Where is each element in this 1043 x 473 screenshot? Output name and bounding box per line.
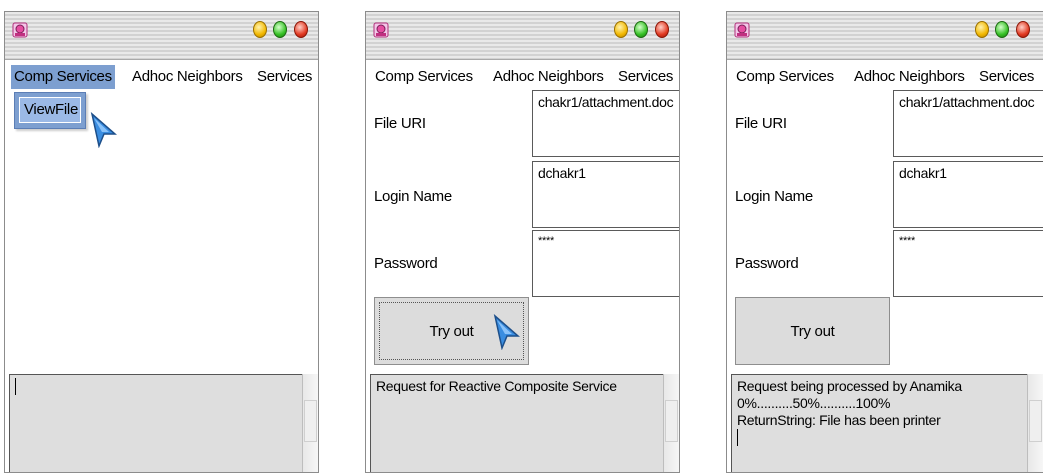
- status-scrollbar[interactable]: [1027, 374, 1043, 472]
- file-uri-field[interactable]: chakr1/attachment.doc: [893, 90, 1043, 157]
- scroll-thumb[interactable]: [665, 400, 678, 442]
- login-name-field[interactable]: dchakr1: [893, 161, 1043, 228]
- window-menu-open: Comp Services Adhoc Neighbors Services V…: [4, 11, 319, 473]
- menu-item-viewfile[interactable]: ViewFile: [19, 97, 81, 123]
- status-scrollbar[interactable]: [302, 374, 318, 472]
- close-light[interactable]: [294, 21, 308, 38]
- app-icon: [734, 22, 750, 38]
- scroll-thumb[interactable]: [304, 400, 317, 442]
- password-field[interactable]: ****: [532, 230, 679, 297]
- menu-bar: Comp Services Adhoc Neighbors Services: [366, 60, 679, 90]
- try-out-label: Try out: [429, 322, 474, 340]
- menu-comp-services[interactable]: Comp Services: [733, 65, 837, 89]
- zoom-light[interactable]: [634, 21, 648, 38]
- zoom-light[interactable]: [995, 21, 1009, 38]
- menu-adhoc-neighbors[interactable]: Adhoc Neighbors: [129, 65, 246, 89]
- menu-comp-services[interactable]: Comp Services: [372, 65, 476, 89]
- status-text-area[interactable]: Request being processed by Anamika 0%...…: [731, 374, 1043, 472]
- file-uri-field[interactable]: chakr1/attachment.doc: [532, 90, 679, 157]
- menu-adhoc-neighbors[interactable]: Adhoc Neighbors: [490, 65, 607, 89]
- login-name-label: Login Name: [374, 188, 452, 205]
- login-name-label: Login Name: [735, 188, 813, 205]
- status-scrollbar[interactable]: [663, 374, 679, 472]
- app-icon: [373, 22, 389, 38]
- status-line-2: 0%..........50%..........100%: [737, 395, 891, 411]
- close-light[interactable]: [655, 21, 669, 38]
- login-name-field[interactable]: dchakr1: [532, 161, 679, 228]
- text-caret: [15, 378, 16, 395]
- zoom-light[interactable]: [273, 21, 287, 38]
- minimize-light[interactable]: [253, 21, 267, 38]
- menu-comp-services[interactable]: Comp Services: [11, 65, 115, 89]
- menu-services[interactable]: Services: [615, 65, 676, 89]
- pointer-cursor: [493, 314, 520, 350]
- password-field[interactable]: ****: [893, 230, 1043, 297]
- status-line-1: Request for Reactive Composite Service: [376, 378, 617, 394]
- close-light[interactable]: [1016, 21, 1030, 38]
- window-form-result: Comp Services Adhoc Neighbors Services F…: [726, 11, 1043, 473]
- title-bar[interactable]: [366, 12, 679, 60]
- comp-services-dropdown: ViewFile: [14, 92, 86, 129]
- try-out-label: Try out: [790, 322, 835, 340]
- app-icon: [12, 22, 28, 38]
- window-form-request: Comp Services Adhoc Neighbors Services F…: [365, 11, 680, 473]
- file-uri-label: File URI: [374, 115, 426, 132]
- status-line-3: ReturnString: File has been printer: [737, 412, 941, 428]
- menu-bar: Comp Services Adhoc Neighbors Services: [727, 60, 1043, 90]
- pointer-cursor: [90, 112, 117, 148]
- menu-services[interactable]: Services: [976, 65, 1037, 89]
- text-caret: [737, 429, 738, 446]
- password-label: Password: [735, 255, 799, 272]
- password-label: Password: [374, 255, 438, 272]
- status-text-area[interactable]: Request for Reactive Composite Service: [370, 374, 679, 472]
- try-out-button[interactable]: Try out: [735, 297, 890, 365]
- menu-services[interactable]: Services: [254, 65, 315, 89]
- minimize-light[interactable]: [975, 21, 989, 38]
- minimize-light[interactable]: [614, 21, 628, 38]
- status-text-area[interactable]: [9, 374, 318, 472]
- file-uri-label: File URI: [735, 115, 787, 132]
- title-bar[interactable]: [727, 12, 1043, 60]
- title-bar[interactable]: [5, 12, 318, 60]
- menu-adhoc-neighbors[interactable]: Adhoc Neighbors: [851, 65, 968, 89]
- status-line-1: Request being processed by Anamika: [737, 378, 962, 394]
- menu-bar: Comp Services Adhoc Neighbors Services: [5, 60, 318, 90]
- scroll-thumb[interactable]: [1029, 400, 1042, 442]
